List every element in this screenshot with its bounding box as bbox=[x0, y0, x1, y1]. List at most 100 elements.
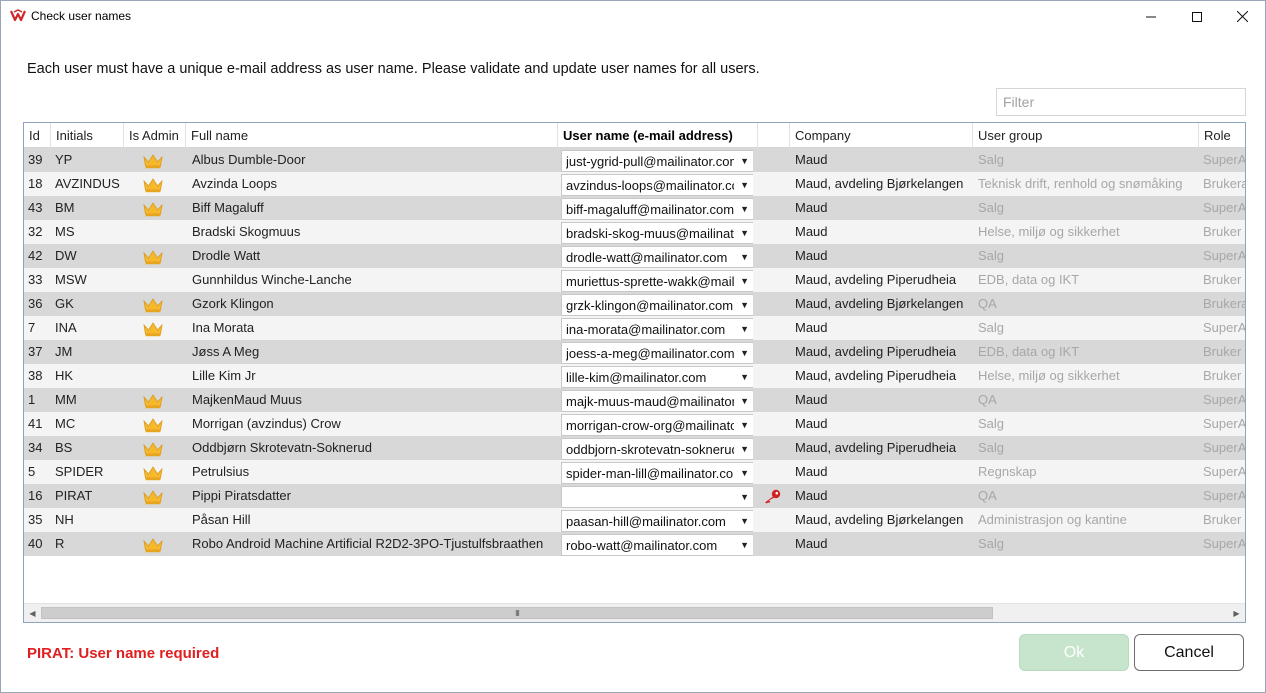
table-row[interactable]: 37 JM Jøss A Meg joess-a-meg@mailinator.com… bbox=[24, 340, 1245, 364]
cell-user-group: Teknisk drift, renhold og snømåking bbox=[978, 176, 1183, 191]
table-row[interactable]: 42 DW Drodle Watt drodle-watt@mailinator.co… bbox=[24, 244, 1245, 268]
scroll-left-icon[interactable]: ◀ bbox=[24, 604, 41, 622]
username-value[interactable]: drodle-watt@mailinator.com bbox=[566, 247, 734, 268]
table-row[interactable]: 41 MC Morrigan (avzindus) Crow morrigan-cro… bbox=[24, 412, 1245, 436]
maximize-button[interactable] bbox=[1174, 1, 1220, 32]
dropdown-arrow-icon[interactable]: ▼ bbox=[740, 199, 749, 220]
cell-initials: SPIDER bbox=[55, 464, 104, 479]
username-combobox[interactable]: drodle-watt@mailinator.com ▼ bbox=[561, 246, 753, 268]
username-value[interactable]: grzk-klingon@mailinator.com bbox=[566, 295, 734, 316]
column-header-is-admin[interactable]: Is Admin bbox=[124, 123, 186, 148]
column-header-user-group[interactable]: User group bbox=[973, 123, 1199, 148]
table-row[interactable]: 18 AVZINDUS Avzinda Loops avzindus-loops@ma… bbox=[24, 172, 1245, 196]
username-value[interactable]: muriettus-sprette-wakk@mailinator.com bbox=[566, 271, 734, 292]
horizontal-scrollbar[interactable]: ◀ III ▶ bbox=[24, 603, 1245, 622]
cell-role: SuperAdmin bbox=[1203, 392, 1245, 407]
minimize-button[interactable] bbox=[1128, 1, 1174, 32]
username-value[interactable]: paasan-hill@mailinator.com bbox=[566, 511, 734, 532]
username-combobox[interactable]: morrigan-crow-org@mailinator.com ▼ bbox=[561, 414, 753, 436]
username-value[interactable]: majk-muus-maud@mailinator.com bbox=[566, 391, 734, 412]
close-button[interactable] bbox=[1219, 1, 1265, 32]
dropdown-arrow-icon[interactable]: ▼ bbox=[740, 319, 749, 340]
table-row[interactable]: 43 BM Biff Magaluff biff-magaluff@mailinato… bbox=[24, 196, 1245, 220]
cell-company: Maud bbox=[795, 392, 828, 407]
username-value[interactable]: robo-watt@mailinator.com bbox=[566, 535, 734, 556]
dropdown-arrow-icon[interactable]: ▼ bbox=[740, 223, 749, 244]
cell-id: 7 bbox=[28, 320, 36, 335]
dropdown-arrow-icon[interactable]: ▼ bbox=[740, 535, 749, 556]
username-combobox[interactable]: majk-muus-maud@mailinator.com ▼ bbox=[561, 390, 753, 412]
username-combobox[interactable]: just-ygrid-pull@mailinator.com ▼ bbox=[561, 150, 753, 172]
username-combobox[interactable]: joess-a-meg@mailinator.com ▼ bbox=[561, 342, 753, 364]
username-value[interactable]: avzindus-loops@mailinator.com bbox=[566, 175, 734, 196]
cell-user-group: Salg bbox=[978, 320, 1005, 335]
username-combobox[interactable]: paasan-hill@mailinator.com ▼ bbox=[561, 510, 753, 532]
dropdown-arrow-icon[interactable]: ▼ bbox=[740, 295, 749, 316]
username-combobox[interactable]: ina-morata@mailinator.com ▼ bbox=[561, 318, 753, 340]
username-value[interactable]: oddbjorn-skrotevatn-soknerud@mailinator.… bbox=[566, 439, 734, 460]
username-value[interactable]: biff-magaluff@mailinator.com bbox=[566, 199, 734, 220]
dropdown-arrow-icon[interactable]: ▼ bbox=[740, 271, 749, 292]
username-combobox[interactable]: oddbjorn-skrotevatn-soknerud@mailinator.… bbox=[561, 438, 753, 460]
username-value[interactable]: morrigan-crow-org@mailinator.com bbox=[566, 415, 734, 436]
dropdown-arrow-icon[interactable]: ▼ bbox=[740, 415, 749, 436]
username-value[interactable]: lille-kim@mailinator.com bbox=[566, 367, 734, 388]
table-row[interactable]: 36 GK Gzork Klingon grzk-klingon@mailinator… bbox=[24, 292, 1245, 316]
username-value[interactable]: ina-morata@mailinator.com bbox=[566, 319, 734, 340]
username-combobox[interactable]: grzk-klingon@mailinator.com ▼ bbox=[561, 294, 753, 316]
scroll-right-icon[interactable]: ▶ bbox=[1228, 604, 1245, 622]
table-row[interactable]: 1 MM MajkenMaud Muus majk-muus-maud@mailina… bbox=[24, 388, 1245, 412]
username-value[interactable]: bradski-skog-muus@mailinator.com bbox=[566, 223, 734, 244]
window-title: Check user names bbox=[31, 9, 132, 23]
column-header-id[interactable]: Id bbox=[24, 123, 51, 148]
dropdown-arrow-icon[interactable]: ▼ bbox=[740, 391, 749, 412]
filter-input[interactable] bbox=[996, 88, 1246, 116]
column-header-full-name[interactable]: Full name bbox=[186, 123, 558, 148]
username-combobox[interactable]: avzindus-loops@mailinator.com ▼ bbox=[561, 174, 753, 196]
cell-role: SuperAdmin bbox=[1203, 200, 1245, 215]
username-combobox[interactable]: spider-man-lill@mailinator.com ▼ bbox=[561, 462, 753, 484]
ok-button[interactable]: Ok bbox=[1019, 634, 1129, 671]
dropdown-arrow-icon[interactable]: ▼ bbox=[740, 463, 749, 484]
table-row[interactable]: 38 HK Lille Kim Jr lille-kim@mailinator.com… bbox=[24, 364, 1245, 388]
column-header-company[interactable]: Company bbox=[790, 123, 973, 148]
username-combobox[interactable]: robo-watt@mailinator.com ▼ bbox=[561, 534, 753, 556]
table-row[interactable]: 5 SPIDER Petrulsius spider-man-lill@mailina… bbox=[24, 460, 1245, 484]
dropdown-arrow-icon[interactable]: ▼ bbox=[740, 439, 749, 460]
table-row[interactable]: 32 MS Bradski Skogmuus bradski-skog-muus@ma… bbox=[24, 220, 1245, 244]
table-row[interactable]: 40 R Robo Android Machine Artificial R2D2-… bbox=[24, 532, 1245, 556]
username-combobox[interactable]: bradski-skog-muus@mailinator.com ▼ bbox=[561, 222, 753, 244]
dropdown-arrow-icon[interactable]: ▼ bbox=[740, 247, 749, 268]
dropdown-arrow-icon[interactable]: ▼ bbox=[740, 487, 749, 508]
username-combobox[interactable]: biff-magaluff@mailinator.com ▼ bbox=[561, 198, 753, 220]
table-row[interactable]: 7 INA Ina Morata ina-morata@mailinator.com ▼… bbox=[24, 316, 1245, 340]
cell-full-name: Gunnhildus Winche-Lanche bbox=[192, 272, 352, 287]
table-row[interactable]: 35 NH Påsan Hill paasan-hill@mailinator.com… bbox=[24, 508, 1245, 532]
table-row[interactable]: 16 PIRAT Pippi Piratsdatter ▼ Maud QA SuperAdm… bbox=[24, 484, 1245, 508]
cell-full-name: Bradski Skogmuus bbox=[192, 224, 301, 239]
table-row[interactable]: 33 MSW Gunnhildus Winche-Lanche muriettus-s… bbox=[24, 268, 1245, 292]
username-combobox[interactable]: muriettus-sprette-wakk@mailinator.com ▼ bbox=[561, 270, 753, 292]
dropdown-arrow-icon[interactable]: ▼ bbox=[740, 175, 749, 196]
scrollbar-thumb[interactable]: III bbox=[41, 607, 993, 619]
username-combobox[interactable]: lille-kim@mailinator.com ▼ bbox=[561, 366, 753, 388]
username-value[interactable]: spider-man-lill@mailinator.com bbox=[566, 463, 734, 484]
username-value[interactable]: just-ygrid-pull@mailinator.com bbox=[566, 151, 734, 172]
dropdown-arrow-icon[interactable]: ▼ bbox=[740, 343, 749, 364]
column-header-initials[interactable]: Initials bbox=[51, 123, 124, 148]
cancel-button[interactable]: Cancel bbox=[1134, 634, 1244, 671]
cell-full-name: Drodle Watt bbox=[192, 248, 261, 263]
column-header-role[interactable]: Role bbox=[1199, 123, 1245, 148]
column-header-username[interactable]: User name (e-mail address) bbox=[558, 123, 758, 148]
cell-full-name: Biff Magaluff bbox=[192, 200, 264, 215]
username-combobox[interactable]: ▼ bbox=[561, 486, 753, 508]
cell-initials: DW bbox=[55, 248, 77, 263]
cell-user-group: Salg bbox=[978, 152, 1005, 167]
table-row[interactable]: 39 YP Albus Dumble-Door just-ygrid-pull@mai… bbox=[24, 148, 1245, 172]
table-row[interactable]: 34 BS Oddbjørn Skrotevatn-Soknerud oddbjorn… bbox=[24, 436, 1245, 460]
username-value[interactable]: joess-a-meg@mailinator.com bbox=[566, 343, 734, 364]
cell-user-group: Salg bbox=[978, 200, 1005, 215]
dropdown-arrow-icon[interactable]: ▼ bbox=[740, 367, 749, 388]
dropdown-arrow-icon[interactable]: ▼ bbox=[740, 511, 749, 532]
dropdown-arrow-icon[interactable]: ▼ bbox=[740, 151, 749, 172]
